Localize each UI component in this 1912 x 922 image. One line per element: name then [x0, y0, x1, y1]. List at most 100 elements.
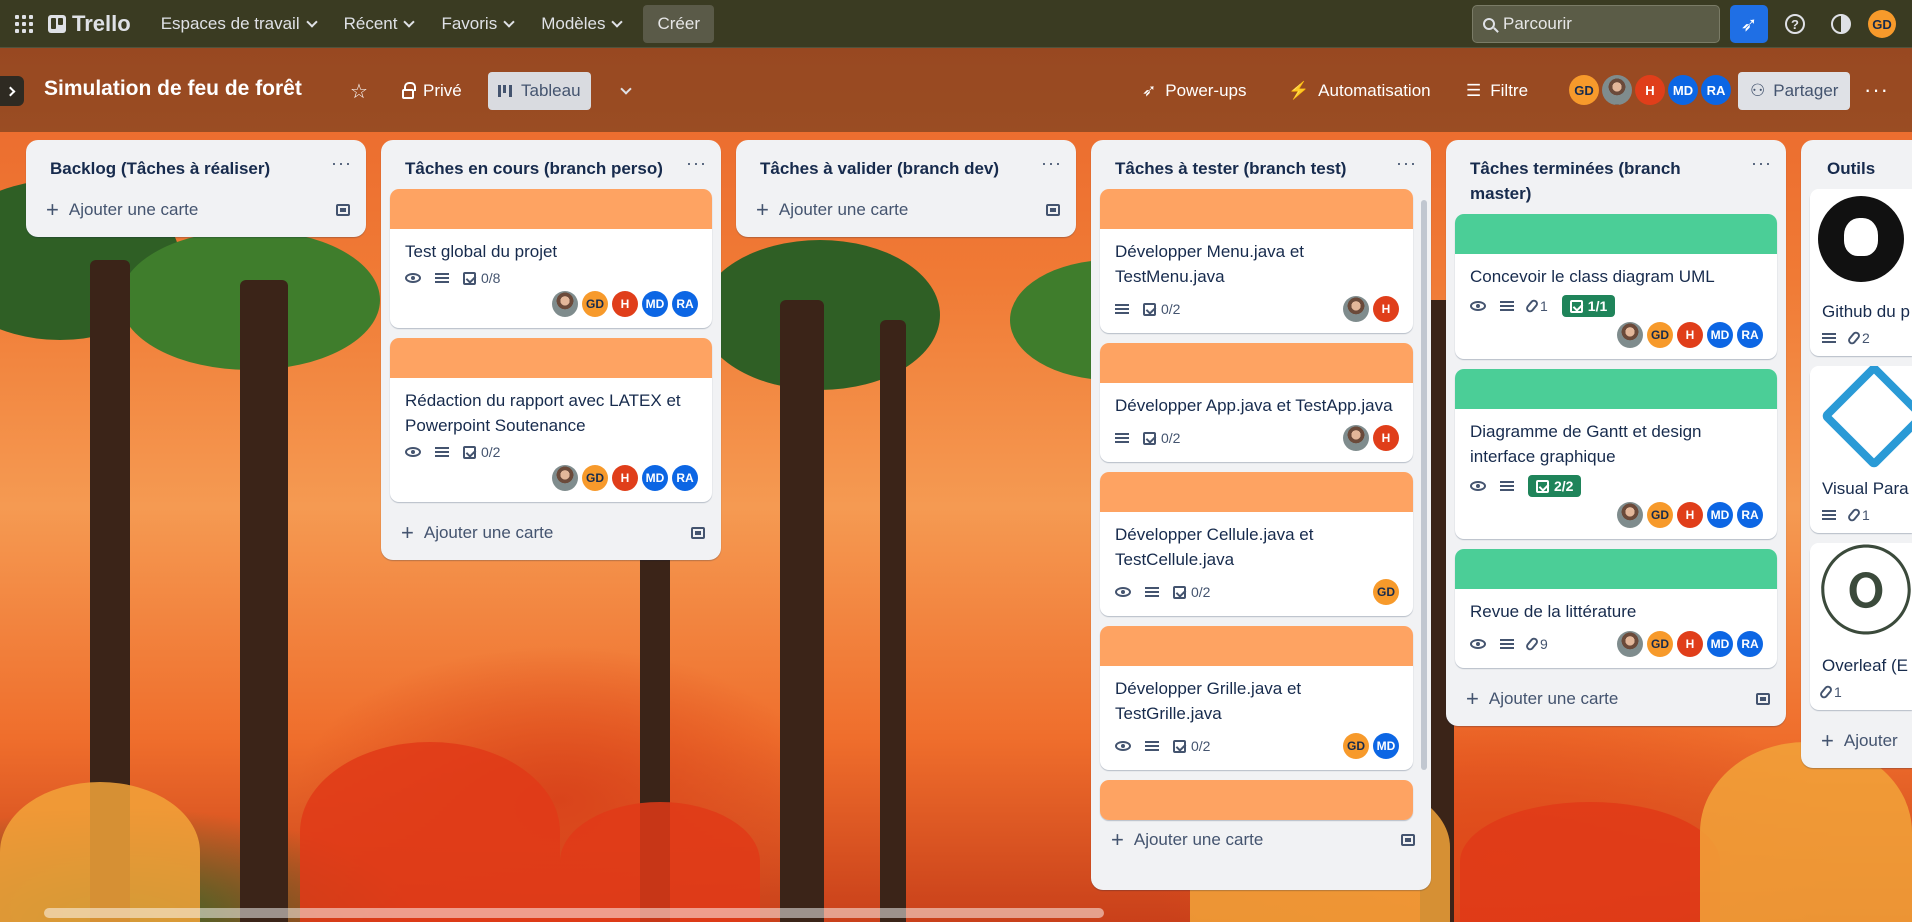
- menu-recent[interactable]: Récent: [332, 8, 426, 40]
- share-button[interactable]: ⚇ Partager: [1738, 72, 1851, 110]
- search-input[interactable]: Parcourir: [1472, 5, 1720, 43]
- add-card-label: Ajouter une carte: [778, 200, 909, 219]
- member-avatar[interactable]: [1602, 75, 1632, 105]
- card[interactable]: Développer Menu.java et TestMenu.java 0/…: [1100, 189, 1413, 333]
- user-avatar[interactable]: GD: [1868, 10, 1896, 38]
- visibility-button[interactable]: Privé: [392, 72, 472, 110]
- member-avatar: H: [1677, 322, 1703, 348]
- card-cover: [1100, 189, 1413, 229]
- member-avatar: [552, 291, 578, 317]
- description-icon: [435, 272, 449, 284]
- plus-icon: +: [1466, 686, 1479, 711]
- board-members: GD H MD RA: [1566, 75, 1731, 105]
- theme-button[interactable]: [1822, 5, 1860, 43]
- views-dropdown-button[interactable]: [612, 72, 640, 110]
- trello-logo[interactable]: Trello: [48, 11, 131, 37]
- member-avatar: RA: [672, 291, 698, 317]
- card[interactable]: Visual Para 1: [1810, 366, 1912, 533]
- card[interactable]: Test global du projet 0/8 GD H MD RA: [390, 189, 712, 328]
- list-scrollbar[interactable]: [1421, 200, 1427, 770]
- member-avatar[interactable]: H: [1635, 75, 1665, 105]
- app-switcher-icon[interactable]: [12, 12, 36, 36]
- view-switcher-tableau[interactable]: Tableau: [488, 72, 591, 110]
- list-title[interactable]: Tâches terminées (branch master): [1470, 156, 1710, 206]
- checklist-badge: 0/2: [1143, 301, 1180, 317]
- card-template-icon[interactable]: [336, 204, 350, 216]
- list-menu-icon[interactable]: ···: [1041, 154, 1062, 172]
- list-title[interactable]: Tâches à tester (branch test): [1115, 156, 1346, 181]
- card[interactable]: [1100, 780, 1413, 820]
- list-title[interactable]: Tâches en cours (branch perso): [405, 156, 663, 181]
- member-avatar: [1617, 631, 1643, 657]
- add-card-button[interactable]: + Ajouter: [1821, 728, 1898, 754]
- add-card-button[interactable]: + Ajouter une carte: [1466, 686, 1618, 712]
- board-horizontal-scrollbar[interactable]: [44, 908, 1104, 918]
- rocket-icon[interactable]: ➶: [1730, 5, 1768, 43]
- board-menu-icon[interactable]: ···: [1864, 77, 1889, 103]
- list-title[interactable]: Tâches à valider (branch dev): [760, 156, 999, 181]
- add-card-button[interactable]: + Ajouter une carte: [1111, 827, 1263, 853]
- add-card-button[interactable]: + Ajouter une carte: [401, 520, 553, 546]
- watch-icon: [1470, 639, 1486, 649]
- card-cover: [1100, 780, 1413, 820]
- menu-workspaces[interactable]: Espaces de travail: [149, 8, 328, 40]
- add-card-label: Ajouter une carte: [68, 200, 199, 219]
- list-menu-icon[interactable]: ···: [686, 154, 707, 172]
- card[interactable]: Concevoir le class diagram UML 1 1/1 GD …: [1455, 214, 1777, 359]
- card[interactable]: Github du p 2: [1810, 189, 1912, 356]
- menu-starred-label: Favoris: [441, 13, 498, 33]
- powerups-button[interactable]: ➶ Power-ups: [1132, 72, 1257, 110]
- plus-icon: +: [46, 197, 59, 222]
- member-avatar: MD: [642, 465, 668, 491]
- filter-button[interactable]: ☰ Filtre: [1456, 72, 1538, 110]
- member-avatar[interactable]: MD: [1668, 75, 1698, 105]
- card[interactable]: Développer Grille.java et TestGrille.jav…: [1100, 626, 1413, 770]
- brand-name: Trello: [72, 10, 131, 36]
- list-title[interactable]: Outils: [1827, 156, 1875, 181]
- add-card-label: Ajouter une carte: [423, 523, 554, 542]
- chevron-down-icon: [503, 15, 515, 28]
- card-template-icon[interactable]: [1756, 693, 1770, 705]
- list-backlog: Backlog (Tâches à réaliser) ··· + Ajoute…: [26, 140, 366, 237]
- help-button[interactable]: ?: [1776, 5, 1814, 43]
- sidebar-toggle-button[interactable]: [0, 76, 24, 106]
- list-menu-icon[interactable]: ···: [331, 154, 352, 172]
- card[interactable]: Développer Cellule.java et TestCellule.j…: [1100, 472, 1413, 616]
- create-button[interactable]: Créer: [643, 4, 714, 43]
- menu-starred[interactable]: Favoris: [429, 8, 525, 40]
- card-template-icon[interactable]: [1046, 204, 1060, 216]
- star-button[interactable]: ☆: [340, 72, 378, 110]
- checklist-count: 0/2: [1161, 301, 1181, 317]
- checklist-count: 2/2: [1554, 478, 1574, 494]
- add-card-button[interactable]: + Ajouter une carte: [46, 197, 198, 223]
- member-avatar[interactable]: RA: [1701, 75, 1731, 105]
- checklist-icon: [1143, 302, 1156, 316]
- board-title[interactable]: Simulation de feu de forêt: [44, 77, 302, 101]
- watch-icon: [405, 447, 421, 457]
- list-in-progress: Tâches en cours (branch perso) ··· Test …: [381, 140, 721, 560]
- plus-icon: +: [401, 520, 414, 545]
- list-menu-icon[interactable]: ···: [1396, 154, 1417, 172]
- automation-button[interactable]: ⚡ Automatisation: [1278, 72, 1441, 110]
- card[interactable]: Développer App.java et TestApp.java 0/2 …: [1100, 343, 1413, 462]
- filter-label: Filtre: [1490, 81, 1529, 100]
- checklist-badge: 0/2: [1143, 430, 1180, 446]
- card[interactable]: Revue de la littérature 9 GD H MD RA: [1455, 549, 1777, 668]
- member-avatar: MD: [1707, 502, 1733, 528]
- card[interactable]: Rédaction du rapport avec LATEX et Power…: [390, 338, 712, 502]
- member-avatar: GD: [582, 291, 608, 317]
- checklist-badge: 0/2: [1173, 584, 1210, 600]
- menu-workspaces-label: Espaces de travail: [160, 13, 300, 33]
- list-title[interactable]: Backlog (Tâches à réaliser): [50, 156, 270, 181]
- paperclip-icon: [1524, 636, 1540, 652]
- checklist-count: 1/1: [1587, 298, 1608, 314]
- menu-templates[interactable]: Modèles: [529, 8, 633, 40]
- add-card-button[interactable]: + Ajouter une carte: [756, 197, 908, 223]
- card[interactable]: ⓞ Overleaf (E 1: [1810, 543, 1912, 710]
- description-icon: [1822, 332, 1836, 344]
- member-avatar[interactable]: GD: [1569, 75, 1599, 105]
- card-template-icon[interactable]: [1401, 834, 1415, 846]
- card-template-icon[interactable]: [691, 527, 705, 539]
- list-menu-icon[interactable]: ···: [1751, 154, 1772, 172]
- card[interactable]: Diagramme de Gantt et design interface g…: [1455, 369, 1777, 539]
